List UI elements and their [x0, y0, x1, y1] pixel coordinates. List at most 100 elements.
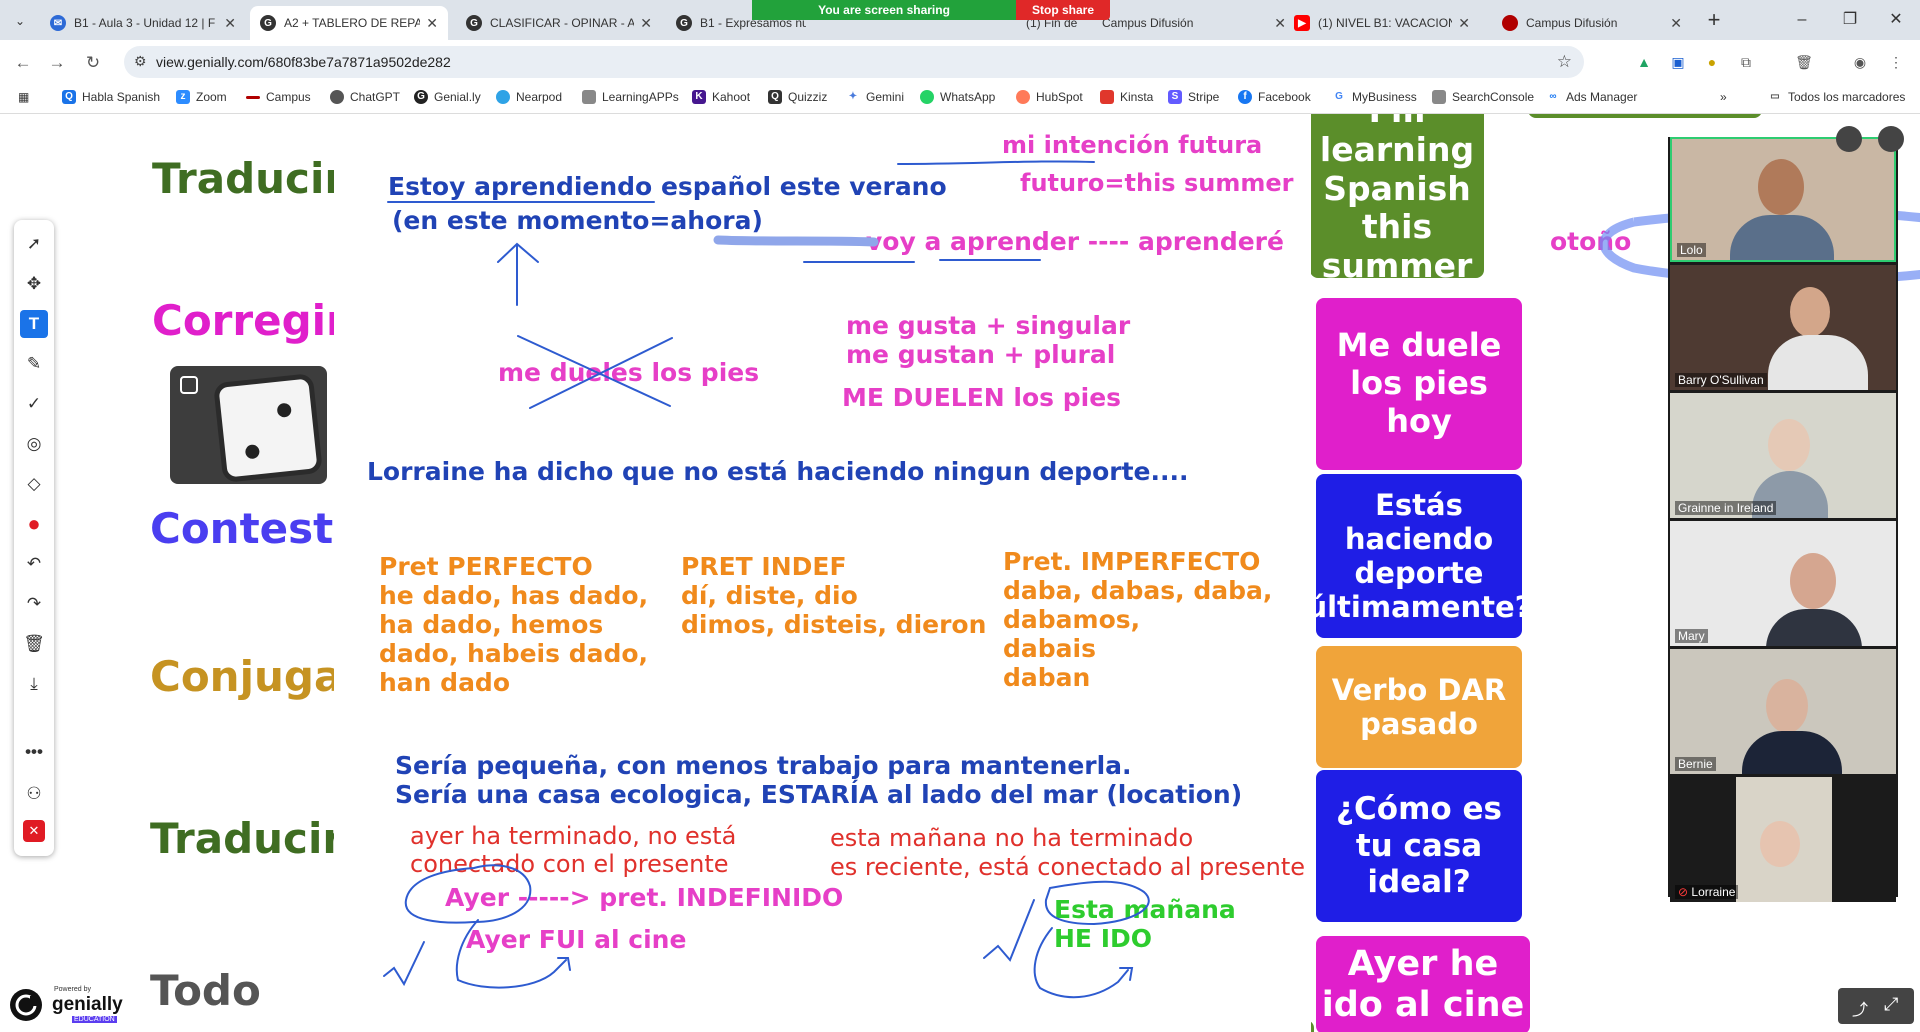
bookmark-label: Campus — [266, 90, 311, 104]
video-panel-control-icon[interactable] — [1836, 126, 1862, 152]
tab-title: A2 + TABLERO DE REPASO — [284, 16, 421, 30]
pointer-tool-icon[interactable]: ➚ — [20, 230, 48, 258]
trash-icon[interactable]: 🗑 — [1794, 52, 1814, 72]
profile-avatar[interactable]: ◉ — [1850, 52, 1870, 72]
video-tile-bernie[interactable]: Bernie — [1670, 649, 1896, 774]
dice-button[interactable] — [170, 366, 327, 484]
bookmark-nearpod[interactable]: Nearpod — [496, 90, 562, 104]
tab-a2-tablero[interactable]: G A2 + TABLERO DE REPASO ✕ — [250, 6, 448, 40]
url-text[interactable]: view.genially.com/680f83be7a7871a9502de2… — [156, 54, 451, 70]
user-tool-icon[interactable]: ⚇ — [20, 780, 48, 808]
bookmark-label: ChatGPT — [350, 90, 401, 104]
restore-button[interactable]: ❐ — [1830, 6, 1870, 34]
bookmark-genially[interactable]: G Genial.ly — [414, 90, 481, 104]
board-label-todo[interactable]: Todo — [150, 966, 261, 1015]
bookmark-star-icon[interactable]: ☆ — [1557, 52, 1572, 72]
video-tile-lolo[interactable]: Lolo — [1670, 137, 1896, 262]
tab-campus-difusion-2[interactable]: Campus Difusión ✕ — [1492, 6, 1692, 40]
share-icon[interactable]: ⤴ — [1852, 996, 1868, 1020]
bookmark-ads-manager[interactable]: ∞ Ads Manager — [1546, 90, 1637, 104]
text-tool-icon[interactable]: T — [20, 310, 48, 338]
redo-icon[interactable]: ↷ — [20, 590, 48, 618]
download-icon[interactable]: ⤓ — [20, 670, 48, 698]
bookmark-searchconsole[interactable]: SearchConsole — [1432, 90, 1534, 104]
bookmark-quizziz[interactable]: Q Quizziz — [768, 90, 827, 104]
menu-kebab-icon[interactable]: ⋮ — [1886, 52, 1906, 72]
address-bar[interactable]: ⚙ view.genially.com/680f83be7a7871a9502d… — [124, 46, 1584, 78]
quizziz-icon: Q — [768, 90, 782, 104]
bookmark-stripe[interactable]: S Stripe — [1168, 90, 1219, 104]
close-tab-icon[interactable]: ✕ — [1670, 15, 1682, 32]
gemini-icon: ✦ — [848, 91, 858, 102]
bookmark-campus[interactable]: Campus — [246, 90, 311, 104]
move-tool-icon[interactable]: ✥ — [20, 270, 48, 298]
bookmark-habla-spanish[interactable]: Q Habla Spanish — [62, 90, 160, 104]
tab-clasificar[interactable]: G CLASIFICAR - OPINAR - A ✕ — [456, 6, 662, 40]
bookmark-kahoot[interactable]: K Kahoot — [692, 90, 750, 104]
participant-body — [1730, 215, 1834, 260]
board-label-traducir-2[interactable]: Traducir — [150, 814, 343, 863]
reload-icon[interactable]: ↻ — [80, 50, 106, 76]
extensions-icon[interactable]: ⧉ — [1736, 52, 1756, 72]
minimize-button[interactable]: – — [1782, 6, 1822, 34]
close-window-button[interactable]: ✕ — [1876, 6, 1916, 34]
bookmark-whatsapp[interactable]: WhatsApp — [920, 90, 995, 104]
bookmark-learningapps[interactable]: LearningAPPs — [582, 90, 679, 104]
board-label-contesta[interactable]: Contesta — [150, 504, 362, 553]
genially-logo[interactable]: Powered by genially EDUCATION — [6, 984, 132, 1026]
undo-icon[interactable]: ↶ — [20, 550, 48, 578]
close-tab-icon[interactable]: ✕ — [426, 15, 438, 32]
circle-stroke — [404, 864, 532, 924]
genially-icon: G — [414, 90, 428, 104]
forward-icon[interactable]: → — [44, 50, 70, 76]
close-tab-icon[interactable]: ✕ — [640, 15, 652, 32]
extension-face-icon[interactable]: ● — [1702, 52, 1722, 72]
bookmark-facebook[interactable]: f Facebook — [1238, 90, 1311, 104]
color-picker-icon[interactable]: ● — [20, 510, 48, 538]
board-label-traducir[interactable]: Traducir — [152, 154, 345, 203]
extension-trash-icon[interactable]: ▣ — [1668, 52, 1688, 72]
trash-icon[interactable]: 🗑 — [20, 630, 48, 658]
apps-grid-icon[interactable]: ▦ — [18, 90, 29, 104]
close-tab-icon[interactable]: ✕ — [1458, 15, 1470, 32]
bookmark-hubspot[interactable]: HubSpot — [1016, 90, 1083, 104]
tab-campus-difusion[interactable]: Campus Difusión ✕ — [1092, 6, 1296, 40]
participant-head — [1758, 159, 1804, 215]
tab-b1-aula3[interactable]: ✉ B1 - Aula 3 - Unidad 12 | F ✕ — [40, 6, 246, 40]
mail-icon: ✉ — [50, 15, 66, 31]
video-tile-grainne[interactable]: Grainne in Ireland — [1670, 393, 1896, 518]
bookmark-zoom[interactable]: z Zoom — [176, 90, 227, 104]
bookmarks-folder[interactable]: ▭ Todos los marcadores — [1768, 90, 1905, 104]
share-controls: ⤴ ⤢ — [1838, 988, 1914, 1024]
whiteboard-overlay[interactable]: Estoy aprendiendo español este verano (e… — [334, 114, 1920, 1032]
drive-icon[interactable]: ▲ — [1634, 52, 1654, 72]
board-label-corregir[interactable]: Corregir — [152, 296, 347, 345]
board-label-conjugar[interactable]: Conjugar — [150, 652, 363, 701]
bookmarks-overflow-icon[interactable]: » — [1720, 90, 1727, 104]
tab-nivel-b1[interactable]: ▶ (1) NIVEL B1: VACACIONE ✕ — [1284, 6, 1480, 40]
kinsta-icon — [1100, 90, 1114, 104]
site-info-icon[interactable]: ⚙ — [134, 53, 147, 70]
close-tab-icon[interactable]: ✕ — [224, 15, 236, 32]
video-tile-mary[interactable]: Mary — [1670, 521, 1896, 646]
bookmark-kinsta[interactable]: Kinsta — [1100, 90, 1153, 104]
eraser-tool-icon[interactable]: ◇ — [20, 470, 48, 498]
tab-search-chevron-icon[interactable]: ⌄ — [8, 10, 32, 32]
bookmark-mybusiness[interactable]: G MyBusiness — [1332, 90, 1417, 104]
more-options-icon[interactable]: ••• — [20, 738, 48, 766]
fullscreen-icon[interactable]: ⤢ — [1884, 994, 1898, 1015]
video-panel-control-icon[interactable] — [1878, 126, 1904, 152]
video-tile-barry[interactable]: Barry O'Sullivan — [1670, 265, 1896, 390]
video-tile-lorraine[interactable]: ⊘ Lorraine — [1670, 777, 1896, 902]
spotlight-tool-icon[interactable]: ◎ — [20, 430, 48, 458]
stop-share-button[interactable]: Stop share — [1016, 0, 1110, 20]
close-toolbar-icon[interactable]: ✕ — [23, 820, 45, 842]
participant-body — [1768, 335, 1868, 390]
bookmark-gemini[interactable]: ✦ Gemini — [846, 90, 904, 104]
bookmark-chatgpt[interactable]: ChatGPT — [330, 90, 400, 104]
new-tab-button[interactable]: + — [1700, 8, 1728, 34]
pen-tool-icon[interactable]: ✎ — [20, 350, 48, 378]
annotation-toolbar: ➚ ✥ T ✎ ✓ ◎ ◇ ● ↶ ↷ 🗑 ⤓ ••• ⚇ ✕ — [14, 220, 54, 856]
check-tool-icon[interactable]: ✓ — [20, 390, 48, 418]
back-icon[interactable]: ← — [10, 50, 36, 76]
